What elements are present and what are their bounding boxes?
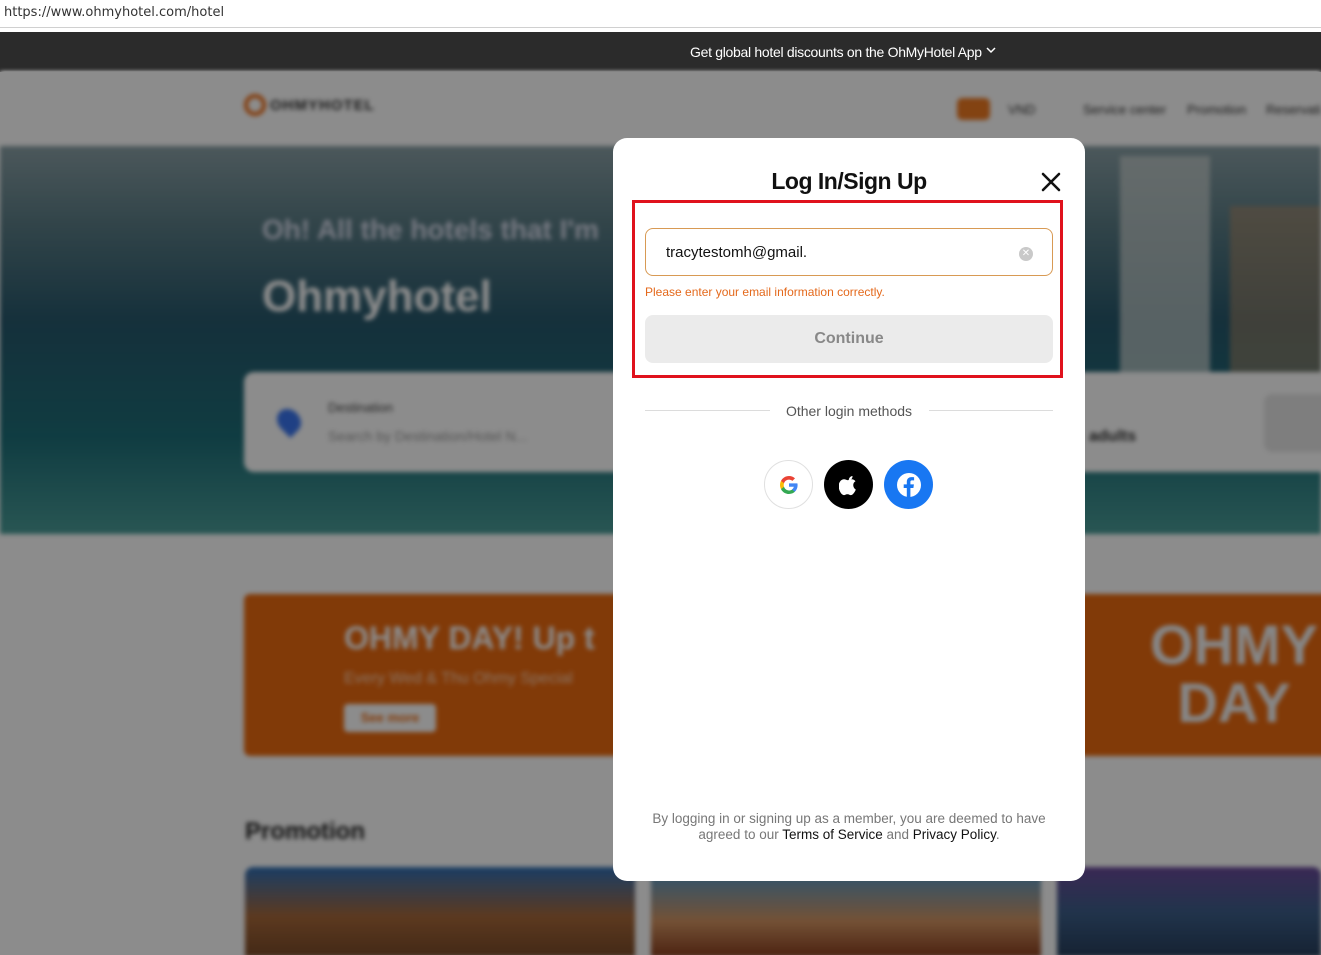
app-download-text: Get global hotel discounts on the OhMyHo… [690, 44, 982, 60]
other-login-methods-label: Other login methods [785, 403, 913, 419]
browser-url-bar[interactable]: https://www.ohmyhotel.com/hotel [0, 0, 1321, 28]
modal-title: Log In/Sign Up [771, 168, 927, 194]
app-download-bar[interactable]: Get global hotel discounts on the OhMyHo… [0, 32, 1321, 72]
google-icon [779, 475, 798, 494]
facebook-login-button[interactable] [884, 460, 933, 509]
close-icon[interactable] [1040, 171, 1062, 193]
email-error-message: Please enter your email information corr… [645, 285, 885, 299]
url-text: https://www.ohmyhotel.com/hotel [4, 5, 225, 20]
terms-notice: By logging in or signing up as a member,… [633, 811, 1065, 843]
continue-button[interactable]: Continue [645, 315, 1053, 363]
google-login-button[interactable] [764, 460, 813, 509]
email-field[interactable] [645, 228, 1053, 276]
terms-of-service-link[interactable]: Terms of Service [782, 827, 883, 842]
apple-login-button[interactable] [824, 460, 873, 509]
clear-input-icon[interactable]: ✕ [1019, 247, 1033, 261]
terms-suffix-text: . [995, 827, 1000, 842]
chevron-down-icon[interactable] [985, 44, 997, 56]
terms-and-text: and [882, 827, 913, 842]
facebook-icon [896, 472, 921, 497]
login-modal: Log In/Sign Up ✕ Please enter your email… [613, 138, 1085, 881]
divider-right [929, 410, 1053, 411]
privacy-policy-link[interactable]: Privacy Policy [913, 827, 996, 842]
apple-icon [838, 475, 856, 495]
